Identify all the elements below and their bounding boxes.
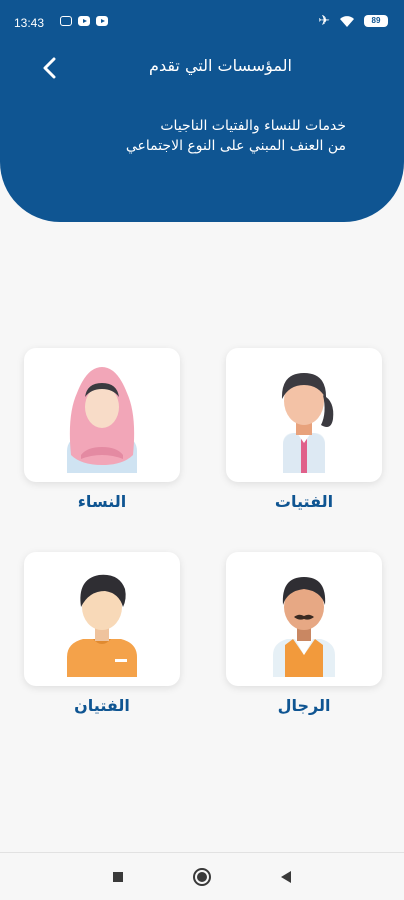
girl-icon (281, 373, 334, 473)
category-label-girls[interactable]: الفتيات (226, 492, 382, 511)
chevron-left-icon (43, 57, 56, 79)
category-card-men[interactable] (226, 552, 382, 686)
navigation-bar (0, 852, 404, 900)
youtube-icon-2 (96, 16, 108, 26)
notification-app-icon (60, 16, 72, 26)
system-icons: ✈ 89 (318, 14, 388, 28)
wifi-icon (340, 16, 354, 27)
subtitle-line-1: خدمات للنساء والفتيات الناجيات (160, 118, 346, 134)
category-card-boys[interactable] (24, 552, 180, 686)
man-mustache-icon (273, 577, 335, 677)
category-label-boys[interactable]: الفتيان (24, 696, 180, 715)
subtitle-line-2: من العنف المبني على النوع الاجتماعي (125, 138, 346, 154)
category-label-men[interactable]: الرجال (226, 696, 382, 715)
youtube-icon (78, 16, 90, 26)
battery-icon: 89 (364, 15, 388, 27)
woman-hijab-icon (67, 367, 137, 473)
header: 13:43 ✈ 89 المؤسسات التي تقدم خدمات للنس… (0, 0, 404, 222)
back-icon[interactable] (276, 867, 296, 887)
back-button[interactable] (34, 52, 66, 84)
page-title: المؤسسات التي تقدم (149, 56, 292, 75)
home-icon[interactable] (192, 867, 212, 887)
status-time: 13:43 (14, 16, 45, 30)
category-card-women[interactable] (24, 348, 180, 482)
airplane-mode-icon: ✈ (318, 13, 330, 29)
boy-icon (67, 574, 137, 677)
category-label-women[interactable]: النساء (24, 492, 180, 511)
category-card-girls[interactable] (226, 348, 382, 482)
page-subtitle: خدمات للنساء والفتيات الناجيات من العنف … (46, 116, 346, 156)
status-bar: 13:43 ✈ 89 (0, 0, 404, 44)
notification-icons (60, 16, 108, 26)
recent-apps-icon[interactable] (108, 867, 128, 887)
